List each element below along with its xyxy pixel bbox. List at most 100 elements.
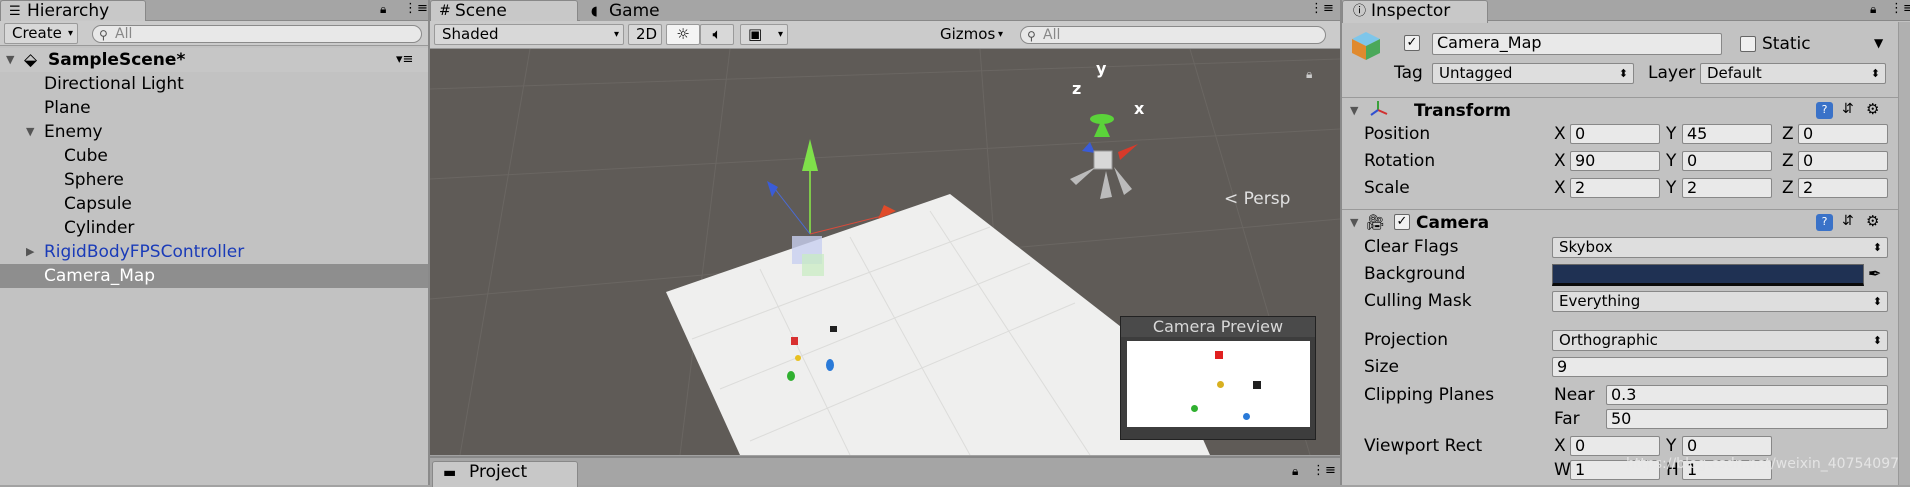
hierarchy-panel: ☰ Hierarchy 🔒︎ ⋮≡ Create ▾ ⚲ All ▼ ⬙ Sam… <box>0 0 428 485</box>
preset-icon[interactable]: ⇵ <box>1842 101 1854 117</box>
size-field[interactable]: 9 <box>1552 357 1888 377</box>
axis-x-letter: X <box>1554 124 1566 144</box>
hierarchy-item-sphere[interactable]: Sphere <box>0 168 428 192</box>
expand-arrow-icon[interactable]: ▼ <box>26 120 34 144</box>
scene-root-row[interactable]: ▼ ⬙ SampleScene* ▾≡ <box>0 48 428 72</box>
lock-icon[interactable]: 🔒︎ <box>1306 67 1312 82</box>
effects-toggle-button[interactable]: ▣ ▾ <box>740 24 788 45</box>
camera-preview-window: Camera Preview <box>1120 316 1316 440</box>
hierarchy-tabbar: ☰ Hierarchy 🔒︎ ⋮≡ <box>0 0 428 23</box>
row-menu-icon[interactable]: ▾≡ <box>396 48 413 72</box>
gizmo-z-axis <box>774 188 811 235</box>
tab-project[interactable]: ▬ Project <box>432 461 578 487</box>
gizmos-dropdown[interactable]: Gizmos ▾ <box>932 24 1006 45</box>
panel-menu-icon[interactable]: ⋮≡ <box>1310 1 1334 16</box>
tab-scene[interactable]: # Scene <box>430 0 578 23</box>
far-field[interactable]: 50 <box>1606 409 1888 429</box>
scene-toolbar: Shaded ▾ 2D ☼ 🔈︎ ▣ ▾ Gizmos ▾ ⚲ All <box>430 21 1340 49</box>
near-label: Near <box>1554 385 1595 405</box>
info-icon: ⓘ <box>1353 4 1367 19</box>
tag-dropdown[interactable]: Untagged ⬍ <box>1432 63 1634 84</box>
position-y-field[interactable]: 45 <box>1682 124 1772 144</box>
scene-viewport[interactable]: y z x 🔒︎ < Persp Camera Preview <box>430 49 1340 455</box>
hierarchy-item-cylinder[interactable]: Cylinder <box>0 216 428 240</box>
rotation-z-field[interactable]: 0 <box>1798 151 1888 171</box>
help-icon[interactable]: ? <box>1816 102 1833 119</box>
chevron-down-icon: ▾ <box>613 29 619 40</box>
tab-hierarchy[interactable]: ☰ Hierarchy <box>0 0 146 23</box>
rotation-y-field[interactable]: 0 <box>1682 151 1772 171</box>
preset-icon[interactable]: ⇵ <box>1842 213 1854 229</box>
hierarchy-item-label: Sphere <box>64 170 124 190</box>
gizmo-z-cone <box>767 181 778 197</box>
projection-dropdown[interactable]: Orthographic ⬍ <box>1552 330 1888 351</box>
lock-icon[interactable]: 🔒︎ <box>380 2 386 17</box>
background-label: Background <box>1364 264 1466 284</box>
help-icon[interactable]: ? <box>1816 214 1833 231</box>
tab-game[interactable]: ◖ Game <box>580 0 700 23</box>
hierarchy-item-rigidbodyfpscontroller[interactable]: ▶ RigidBodyFPSController <box>0 240 428 264</box>
transform-header[interactable]: ▼ Transform ? ⇵ ⚙ <box>1342 97 1910 123</box>
panel-menu-icon[interactable]: ⋮≡ <box>404 1 428 16</box>
create-button[interactable]: Create ▾ <box>4 23 78 44</box>
hierarchy-item-cube[interactable]: Cube <box>0 144 428 168</box>
hierarchy-item-camera-map[interactable]: Camera_Map <box>0 264 428 288</box>
lighting-toggle-button[interactable]: ☼ <box>666 24 700 45</box>
scale-y-value: 2 <box>1687 178 1698 197</box>
static-checkbox[interactable] <box>1740 36 1756 52</box>
viewport-x-field[interactable]: 0 <box>1570 436 1660 456</box>
position-x-field[interactable]: 0 <box>1570 124 1660 144</box>
eyedropper-icon[interactable]: ✒ <box>1868 264 1881 283</box>
search-icon: ⚲ <box>99 28 108 42</box>
scene-tabbar: # Scene ◖ Game ⋮≡ <box>430 0 1340 23</box>
layer-dropdown[interactable]: Default ⬍ <box>1700 63 1886 84</box>
expand-arrow-icon[interactable]: ▼ <box>1350 104 1358 117</box>
camera-component-header[interactable]: ▼ 🎥︎ ✓ Camera ? ⇵ ⚙ <box>1342 209 1910 235</box>
gear-icon[interactable]: ⚙ <box>1866 212 1879 230</box>
persp-toggle[interactable]: < Persp <box>1224 189 1290 209</box>
rotation-x-field[interactable]: 90 <box>1570 151 1660 171</box>
lock-icon[interactable]: 🔒︎ <box>1292 464 1298 479</box>
viewport-y-field[interactable]: 0 <box>1682 436 1772 456</box>
panel-menu-icon[interactable]: ⋮≡ <box>1312 463 1336 478</box>
lock-icon[interactable]: 🔒︎ <box>1870 2 1876 17</box>
background-color-field[interactable] <box>1552 264 1864 286</box>
hierarchy-item-directional-light[interactable]: Directional Light <box>0 72 428 96</box>
expand-arrow-icon[interactable]: ▼ <box>6 48 14 72</box>
rotation-z-value: 0 <box>1803 151 1814 170</box>
position-z-field[interactable]: 0 <box>1798 124 1888 144</box>
inspector-scrollbar[interactable] <box>1898 22 1910 485</box>
expand-arrow-icon[interactable]: ▶ <box>26 240 34 264</box>
camera-preview-render <box>1127 341 1310 427</box>
active-checkbox[interactable]: ✓ <box>1404 35 1420 51</box>
shading-mode-dropdown[interactable]: Shaded ▾ <box>434 24 624 45</box>
object-name-field[interactable]: Camera_Map <box>1432 33 1722 55</box>
chevron-down-icon: ▾ <box>67 28 73 39</box>
hierarchy-item-capsule[interactable]: Capsule <box>0 192 428 216</box>
hierarchy-item-label: Cylinder <box>64 218 135 238</box>
hierarchy-item-plane[interactable]: Plane <box>0 96 428 120</box>
audio-toggle-button[interactable]: 🔈︎ <box>700 24 734 45</box>
near-field[interactable]: 0.3 <box>1606 385 1888 405</box>
hierarchy-search-input[interactable]: ⚲ All <box>92 25 422 43</box>
updown-icon: ⬍ <box>1870 67 1880 80</box>
culling-mask-value: Everything <box>1559 292 1641 310</box>
camera-enabled-checkbox[interactable]: ✓ <box>1394 214 1410 230</box>
static-dropdown-icon[interactable]: ▼ <box>1874 36 1883 50</box>
gear-icon[interactable]: ⚙ <box>1866 100 1879 118</box>
orientation-gizmo[interactable] <box>1070 114 1138 199</box>
hierarchy-item-enemy[interactable]: ▼ Enemy <box>0 120 428 144</box>
panel-menu-icon[interactable]: ⋮≡ <box>1890 1 1910 16</box>
create-button-label: Create <box>12 24 62 42</box>
scale-x-field[interactable]: 2 <box>1570 178 1660 198</box>
size-value: 9 <box>1557 357 1568 376</box>
scale-y-field[interactable]: 2 <box>1682 178 1772 198</box>
2d-toggle-button[interactable]: 2D <box>628 24 662 45</box>
tab-inspector[interactable]: ⓘ Inspector <box>1342 0 1488 23</box>
scene-search-input[interactable]: ⚲ All <box>1020 26 1326 44</box>
expand-arrow-icon[interactable]: ▼ <box>1350 216 1358 229</box>
position-x-value: 0 <box>1575 124 1586 143</box>
culling-mask-dropdown[interactable]: Everything ⬍ <box>1552 291 1888 312</box>
clear-flags-dropdown[interactable]: Skybox ⬍ <box>1552 237 1888 258</box>
scale-z-field[interactable]: 2 <box>1798 178 1888 198</box>
